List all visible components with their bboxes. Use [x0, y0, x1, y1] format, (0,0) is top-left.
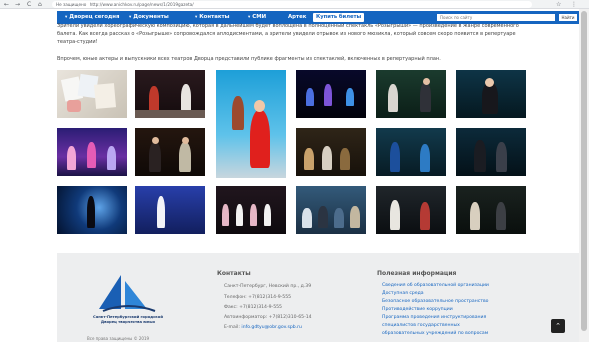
autoinformer-text: Автоинформатор: +7(812)310-65-14 — [224, 315, 312, 320]
phone-text: Телефон: +7(812)314-9-555 — [224, 295, 292, 300]
back-icon[interactable]: ← — [4, 1, 9, 8]
gallery-photo[interactable] — [296, 186, 366, 234]
logo-text-line2: Дворец творчества юных — [100, 320, 156, 324]
scroll-to-top-button[interactable]: ⌃ — [551, 319, 565, 333]
scrollbar-thumb[interactable] — [581, 11, 587, 331]
home-icon[interactable]: ⌂ — [38, 1, 42, 8]
footer-link-instruction-program[interactable]: образовательных учреждений по вопросам — [382, 331, 488, 337]
chevron-down-icon: ▾ — [65, 15, 68, 20]
article-paragraph: Зрители увидели хореографическую компози… — [57, 23, 519, 45]
search-button[interactable]: Найти — [559, 14, 577, 21]
address-text: Санкт-Петербург, Невский пр., д.39 — [224, 284, 312, 289]
chevron-up-icon: ⌃ — [555, 322, 561, 330]
gallery-photo[interactable] — [216, 70, 286, 178]
search-input[interactable] — [437, 14, 555, 21]
gallery-photo[interactable] — [376, 70, 446, 118]
useful-info-heading: Полезная информация — [377, 270, 457, 277]
gallery-photo[interactable] — [456, 128, 526, 176]
gallery-photo[interactable] — [456, 70, 526, 118]
chevron-down-icon: ▾ — [195, 15, 198, 20]
footer-link-accessible-env[interactable]: Доступная среда — [382, 291, 424, 297]
logo-text-line1: Санкт-Петербургский городской — [93, 315, 163, 319]
contacts-heading: Контакты — [217, 270, 251, 277]
footer-link-instruction-program[interactable]: специалистов государственных — [382, 323, 460, 329]
security-label: Не защищено — [56, 2, 87, 7]
forward-icon[interactable]: → — [15, 1, 20, 8]
gallery-photo[interactable] — [57, 128, 127, 176]
gallery-photo[interactable] — [296, 70, 366, 118]
page-scrollbar[interactable] — [579, 9, 589, 342]
gallery-photo[interactable] — [57, 186, 127, 234]
footer-link-edu-org[interactable]: Сведения об образовательной организации — [382, 283, 489, 289]
sail-logo-icon — [99, 275, 156, 312]
email-row: E-mail: info.gdtyu@obr.gov.spb.ru — [224, 325, 302, 331]
gallery-photo[interactable] — [376, 128, 446, 176]
footer-link-safe-space[interactable]: Безопасное образовательное пространство — [382, 299, 488, 305]
chevron-down-icon: ▾ — [129, 15, 132, 20]
browser-toolbar: ← → C ⌂ Не защищено http://www.anichkov.… — [0, 0, 589, 9]
email-label: E-mail: — [224, 325, 240, 330]
gallery-photo[interactable] — [135, 128, 205, 176]
article-paragraph: Впрочем, юные актеры и выпускники всех т… — [57, 56, 441, 62]
address-bar[interactable]: Не защищено http://www.anichkov.ru/page/… — [52, 1, 532, 8]
email-link[interactable]: info.gdtyu@obr.gov.spb.ru — [241, 325, 302, 330]
reload-icon[interactable]: C — [27, 1, 31, 8]
gallery-photo[interactable] — [456, 186, 526, 234]
footer-link-instruction-program[interactable]: Программа проведения инструктирования — [382, 315, 486, 321]
gallery-photo[interactable] — [135, 70, 205, 118]
menu-icon[interactable]: ⋮ — [571, 1, 577, 8]
star-icon[interactable]: ☆ — [556, 1, 561, 8]
gallery-photo[interactable] — [296, 128, 366, 176]
buy-tickets-button[interactable]: Купить билеты — [313, 13, 365, 22]
palace-logo[interactable]: Санкт-Петербургский городской Дворец тво… — [91, 271, 165, 329]
page: ← → C ⌂ Не защищено http://www.anichkov.… — [0, 0, 589, 342]
fax-text: Факс: +7(812)314-9-555 — [224, 305, 282, 310]
copyright-text: Все права защищены © 2019 — [87, 336, 150, 341]
gallery-photo[interactable] — [57, 70, 127, 118]
site-footer: Санкт-Петербургский городской Дворец тво… — [57, 253, 579, 342]
gallery-photo[interactable] — [376, 186, 446, 234]
footer-link-anti-corruption[interactable]: Противодействие коррупции — [382, 307, 453, 313]
gallery-photo[interactable] — [135, 186, 205, 234]
url-text: http://www.anichkov.ru/page/news/1/2019g… — [89, 2, 194, 7]
chevron-down-icon: ▾ — [248, 15, 251, 20]
gallery-photo[interactable] — [216, 186, 286, 234]
